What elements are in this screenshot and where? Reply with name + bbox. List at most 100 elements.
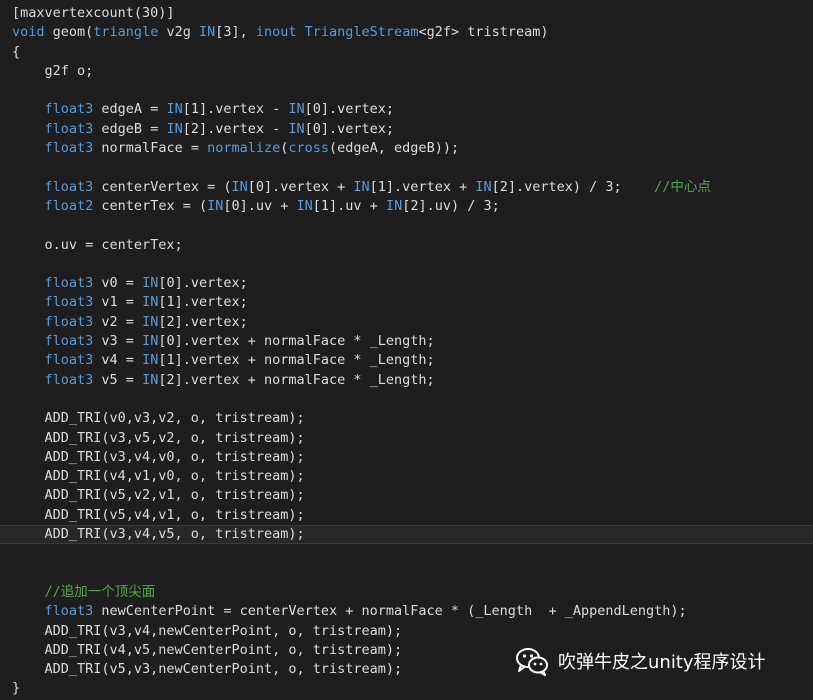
keyword-token: cross [288,140,330,157]
keyword-token: IN [288,120,305,137]
code-line[interactable]: { [0,43,813,62]
code-token: [maxvertexcount(30)] [12,5,175,21]
code-line[interactable]: float3 v2 = IN[2].vertex; [0,313,813,332]
code-line[interactable] [0,544,813,563]
code-line[interactable] [0,216,813,235]
code-token: ADD_TRI(v4,v5,newCenterPoint, o, tristre… [12,641,403,658]
code-token: [0].vertex + normalFace * _Length; [158,333,435,350]
code-token: newCenterPoint = centerVertex + normalFa… [93,603,687,620]
code-line[interactable] [0,255,813,274]
code-token: ADD_TRI(v0,v3,v2, o, tristream); [12,410,305,427]
code-line[interactable]: o.uv = centerTex; [0,236,813,255]
code-line[interactable]: float2 centerTex = (IN[0].uv + IN[1].uv … [0,197,813,216]
code-token: [2].vertex; [158,313,248,330]
watermark: 吹弹牛皮之unity程序设计 [514,645,766,677]
keyword-token: float3 [44,352,94,369]
code-token: ADD_TRI(v3,v4,newCenterPoint, o, tristre… [12,622,403,639]
keyword-token: IN [142,275,159,292]
keyword-token: float3 [44,371,94,388]
code-token: v5 = [93,371,143,388]
keyword-token: float3 [44,140,94,157]
code-token: ADD_TRI(v5,v4,v1, o, tristream); [12,506,305,523]
keyword-token: IN [142,333,159,350]
code-line[interactable]: ADD_TRI(v3,v4,v0, o, tristream); [0,448,813,467]
keyword-token: void [12,24,45,41]
code-token: v1 = [93,294,143,311]
code-line[interactable] [0,564,813,583]
code-token: edgeB = [93,120,167,137]
code-line[interactable]: void geom(triangle v2g IN[3], inout Tria… [0,23,813,42]
code-line[interactable]: float3 newCenterPoint = centerVertex + n… [0,602,813,621]
code-line[interactable] [0,390,813,409]
comment-token: //中心点 [654,178,711,195]
keyword-token: triangle [93,24,159,41]
code-token: ADD_TRI(v3,v4,v0, o, tristream); [12,448,305,465]
code-area[interactable]: [maxvertexcount(30)] void geom(triangle v… [0,4,813,699]
code-token: { [12,43,21,60]
code-token: ADD_TRI(v3,v4,v5, o, tristream); [12,526,305,543]
code-token: [0].uv + [223,197,297,214]
code-token: (edgeA, edgeB)); [329,140,460,157]
code-line[interactable]: } [0,679,813,698]
code-token: [1].uv + [312,197,386,214]
code-token: <g2f> tristream) [418,24,549,41]
code-token: ADD_TRI(v5,v2,v1, o, tristream); [12,487,305,504]
code-line[interactable]: float3 normalFace = normalize(cross(edge… [0,139,813,158]
code-token: [1].vertex - [182,101,289,118]
code-line[interactable] [0,158,813,177]
keyword-token: IN [142,294,159,311]
code-line[interactable]: //追加一个顶尖面 [0,583,813,602]
keyword-token: float3 [44,313,94,330]
code-line[interactable]: [maxvertexcount(30)] [0,4,813,23]
code-line[interactable] [0,81,813,100]
keyword-token: IN [198,24,216,41]
code-token: [1].vertex + normalFace * _Length; [158,352,435,369]
code-token: [2].vertex - [182,120,289,137]
keyword-token: TriangleStream [304,24,419,41]
code-token: v2g [158,24,199,41]
keyword-token: float3 [44,275,94,292]
keyword-token: IN [288,101,305,118]
code-line[interactable]: float3 v3 = IN[0].vertex + normalFace * … [0,332,813,351]
code-token: [1].vertex; [158,294,248,311]
keyword-token: float3 [44,101,94,118]
code-line[interactable]: ADD_TRI(v3,v4,newCenterPoint, o, tristre… [0,622,813,641]
code-line-current[interactable]: ADD_TRI(v3,v4,v5, o, tristream); [0,525,813,545]
code-token: v2 = [93,313,143,330]
code-line[interactable]: ADD_TRI(v3,v5,v2, o, tristream); [0,429,813,448]
keyword-token: float3 [44,333,94,350]
code-line[interactable]: g2f o; [0,62,813,81]
keyword-token: IN [142,371,159,388]
code-token: [0].vertex + [247,178,354,195]
code-editor[interactable]: [maxvertexcount(30)] void geom(triangle v… [0,0,813,700]
keyword-token: IN [142,352,159,369]
code-line[interactable]: float3 centerVertex = (IN[0].vertex + IN… [0,178,813,197]
code-line[interactable]: ADD_TRI(v5,v4,v1, o, tristream); [0,506,813,525]
code-token: edgeA = [93,101,167,118]
code-line[interactable]: float3 v0 = IN[0].vertex; [0,274,813,293]
code-token: [2].vertex + normalFace * _Length; [158,371,435,388]
code-line[interactable]: ADD_TRI(v4,v1,v0, o, tristream); [0,467,813,486]
code-line[interactable]: ADD_TRI(v0,v3,v2, o, tristream); [0,409,813,428]
code-token: v3 = [93,333,143,350]
code-line[interactable]: float3 v4 = IN[1].vertex + normalFace * … [0,351,813,370]
code-token: [1].vertex + [369,178,476,195]
code-line[interactable]: float3 v5 = IN[2].vertex + normalFace * … [0,371,813,390]
wechat-icon [516,648,548,676]
code-line[interactable]: float3 v1 = IN[1].vertex; [0,293,813,312]
keyword-token: IN [353,178,370,195]
code-line[interactable]: float3 edgeA = IN[1].vertex - IN[0].vert… [0,100,813,119]
code-line[interactable]: ADD_TRI(v5,v2,v1, o, tristream); [0,486,813,505]
keyword-token: IN [166,101,183,118]
code-line[interactable]: float3 edgeB = IN[2].vertex - IN[0].vert… [0,120,813,139]
